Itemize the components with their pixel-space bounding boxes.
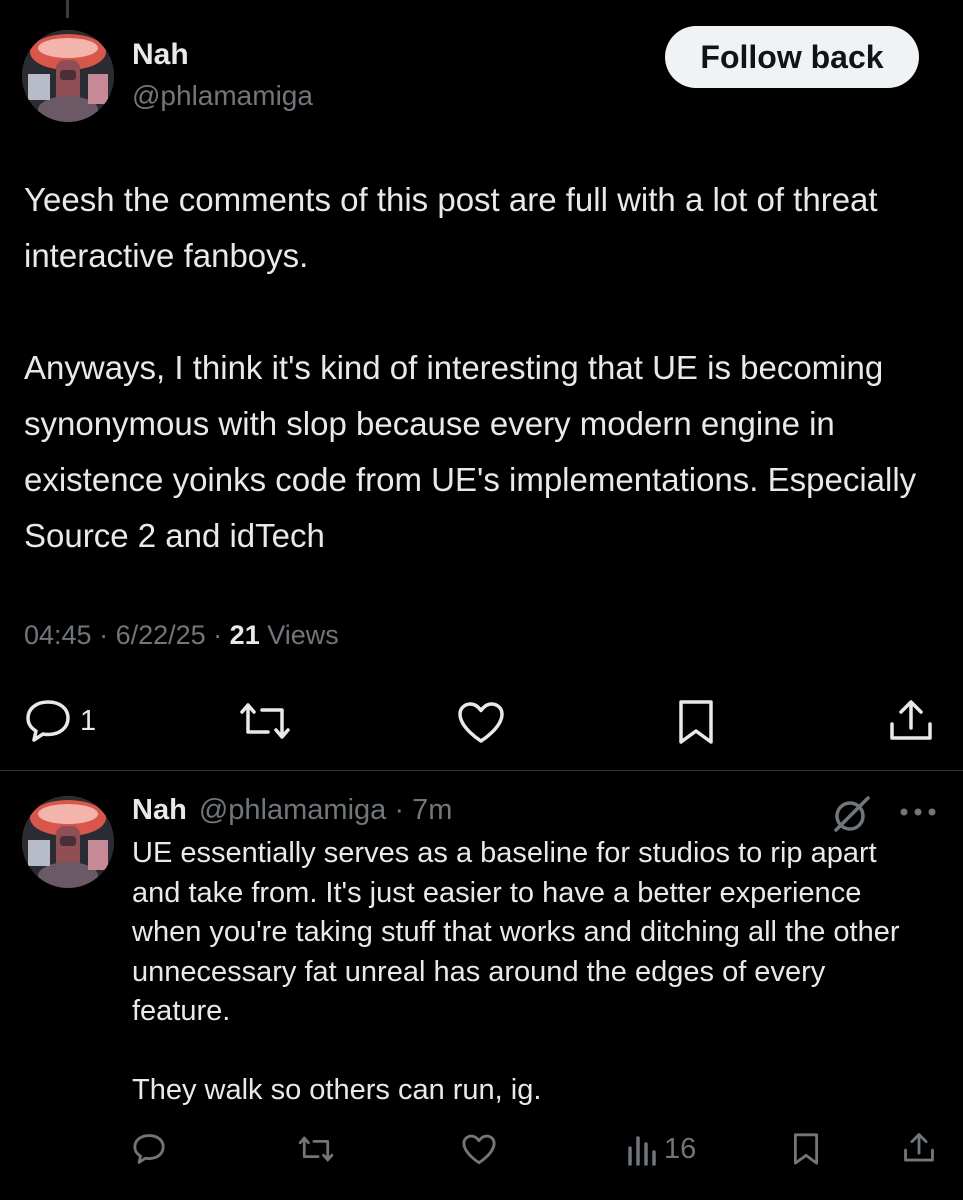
reply-author-handle[interactable]: @phlamamiga	[199, 794, 386, 826]
follow-back-button[interactable]: Follow back	[665, 26, 919, 88]
bookmark-button[interactable]	[674, 698, 718, 746]
post-date: 6/22/25	[115, 620, 206, 650]
reply-like-button[interactable]	[461, 1133, 497, 1165]
share-icon	[887, 698, 935, 744]
reply-views-count: 16	[664, 1132, 697, 1165]
repost-icon	[236, 698, 294, 744]
heart-icon	[456, 700, 506, 744]
reply-author-name[interactable]: Nah	[132, 794, 187, 826]
more-button[interactable]	[898, 800, 938, 824]
reply-avatar[interactable]	[22, 796, 114, 888]
author-name[interactable]: Nah	[132, 38, 189, 72]
reply-views-button[interactable]: 16	[626, 1132, 696, 1166]
more-icon	[898, 800, 938, 824]
views-count: 21	[229, 620, 260, 650]
reply-reply-button[interactable]	[132, 1132, 166, 1166]
like-button[interactable]	[456, 700, 506, 744]
reply-button[interactable]: 1	[24, 698, 96, 744]
reply-age: 7m	[412, 794, 453, 826]
reply-icon	[132, 1132, 166, 1166]
reply-repost-button[interactable]	[296, 1132, 336, 1166]
bookmark-icon	[674, 698, 718, 746]
reply-count: 1	[80, 704, 97, 737]
views-icon	[626, 1132, 658, 1166]
repost-icon	[296, 1132, 336, 1166]
grok-icon	[830, 794, 872, 834]
share-button[interactable]	[887, 698, 935, 744]
repost-button[interactable]	[236, 698, 294, 744]
heart-icon	[461, 1133, 497, 1165]
divider	[0, 770, 963, 771]
reply-share-button[interactable]	[902, 1131, 936, 1165]
post-time: 04:45	[24, 620, 92, 650]
post-text: Yeesh the comments of this post are full…	[24, 181, 917, 554]
share-icon	[902, 1131, 936, 1165]
author-handle[interactable]: @phlamamiga	[132, 80, 313, 112]
reply-icon	[24, 698, 72, 744]
post-meta: 04:45 · 6/22/25 · 21 Views	[24, 620, 339, 650]
grok-button[interactable]	[830, 794, 872, 834]
avatar[interactable]	[22, 30, 114, 122]
thread-connector-line	[66, 0, 69, 18]
reply-bookmark-button[interactable]	[790, 1132, 822, 1166]
reply-header: Nah @phlamamiga · 7m	[132, 794, 453, 826]
views-label: Views	[267, 620, 339, 650]
reply-text: UE essentially serves as a baseline for …	[132, 837, 900, 1106]
bookmark-icon	[790, 1132, 822, 1166]
